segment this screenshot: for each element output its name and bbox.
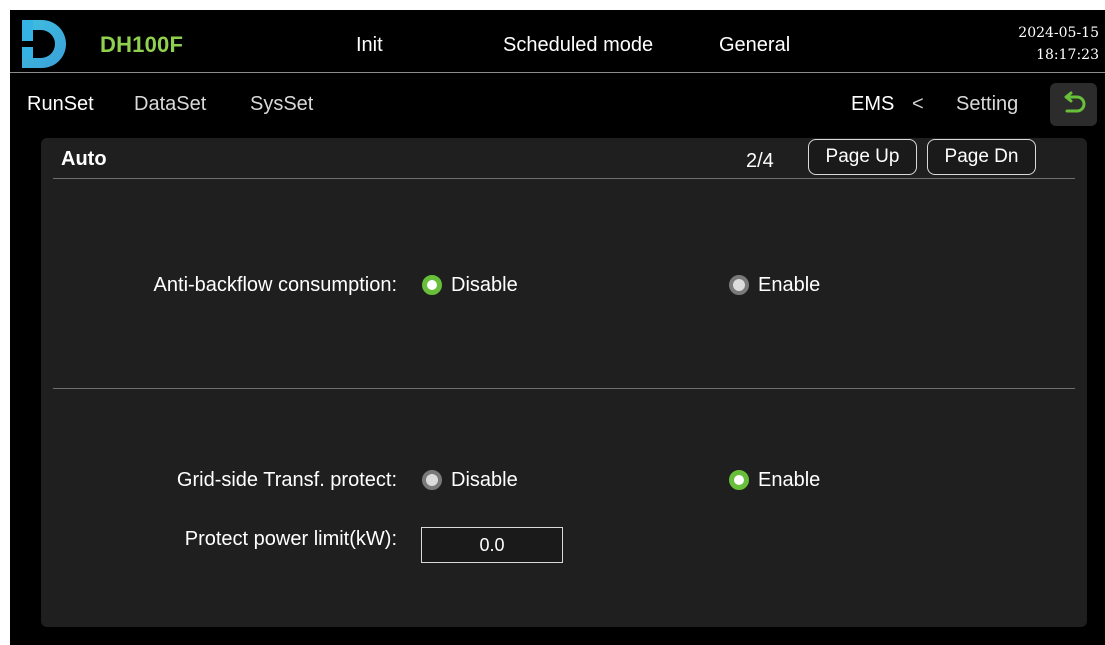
grid-transf-protect-disable-radio[interactable]: Disable [422, 468, 518, 492]
radio-selected-icon [729, 470, 749, 490]
datetime: 2024-05-15 18:17:23 [1018, 22, 1099, 66]
settings-panel: Auto 2/4 Page Up Page Dn Anti-backflow c… [41, 138, 1087, 627]
radio-label: Disable [451, 468, 518, 491]
section-divider [53, 388, 1075, 389]
protect-power-limit-label: Protect power limit(kW): [184, 528, 397, 550]
grid-transf-protect-enable-radio[interactable]: Enable [729, 468, 820, 492]
header-divider [10, 72, 1105, 73]
back-button[interactable] [1050, 83, 1097, 126]
time-text: 18:17:23 [1036, 47, 1099, 63]
anti-backflow-label: Anti-backflow consumption: [153, 274, 397, 296]
radio-unselected-icon [729, 275, 749, 295]
anti-backflow-disable-radio[interactable]: Disable [422, 273, 518, 297]
tab-sysset[interactable]: SysSet [250, 93, 313, 116]
page-down-button[interactable]: Page Dn [927, 139, 1036, 175]
nav-general[interactable]: General [719, 34, 790, 57]
radio-label: Enable [758, 468, 821, 491]
page-up-button[interactable]: Page Up [808, 139, 917, 175]
grid-transf-protect-label: Grid-side Transf. protect: [176, 469, 397, 491]
anti-backflow-enable-radio[interactable]: Enable [729, 273, 820, 297]
d-logo-icon [22, 20, 66, 68]
page-indicator: 2/4 [746, 150, 774, 172]
panel-title: Auto [61, 148, 107, 170]
breadcrumb-separator: < [912, 93, 924, 115]
nav-scheduled-mode[interactable]: Scheduled mode [503, 34, 653, 57]
back-arrow-icon [1064, 91, 1085, 112]
breadcrumb-setting[interactable]: Setting [956, 93, 1018, 116]
hmi-screen: DH100F Init Scheduled mode General 2024-… [10, 10, 1105, 645]
tab-dataset[interactable]: DataSet [134, 93, 206, 116]
radio-label: Enable [758, 273, 821, 296]
panel-divider [53, 178, 1075, 179]
nav-init[interactable]: Init [356, 34, 383, 57]
radio-selected-icon [422, 275, 442, 295]
breadcrumb-current: EMS [851, 93, 895, 115]
tab-runset[interactable]: RunSet [27, 93, 94, 116]
device-name: DH100F [100, 32, 184, 57]
date-text: 2024-05-15 [1018, 25, 1099, 41]
radio-label: Disable [451, 273, 518, 296]
radio-unselected-icon [422, 470, 442, 490]
protect-power-limit-input[interactable] [421, 527, 563, 563]
